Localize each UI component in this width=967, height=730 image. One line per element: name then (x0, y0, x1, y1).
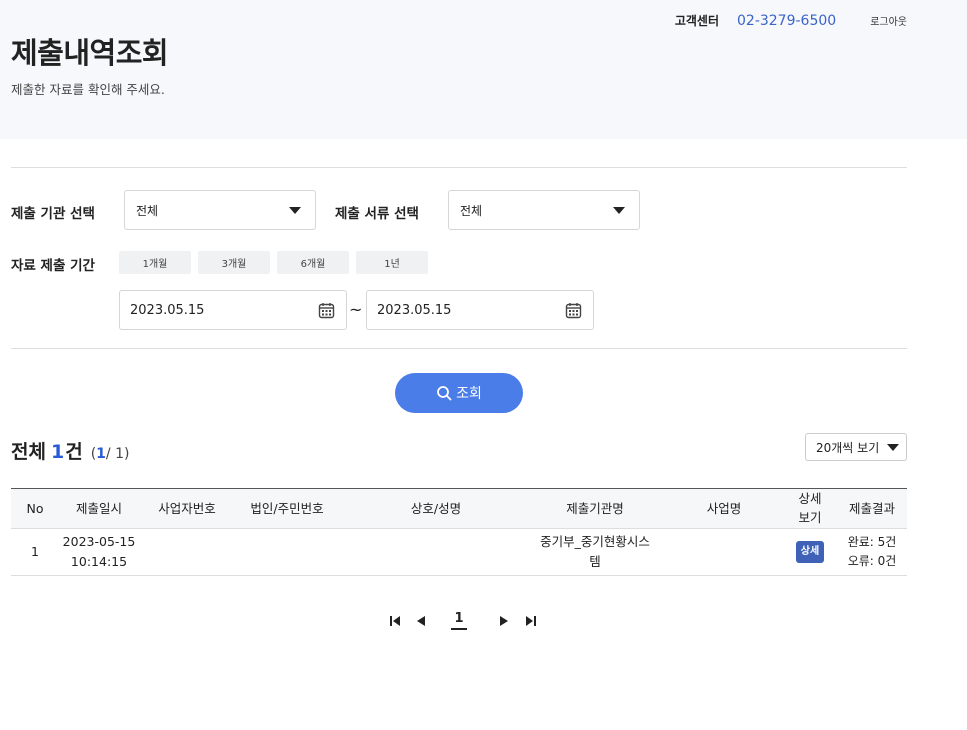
last-page-icon[interactable] (524, 614, 538, 628)
period-1year-button[interactable]: 1년 (356, 251, 428, 274)
period-6month-button[interactable]: 6개월 (277, 251, 349, 274)
period-3month-button[interactable]: 3개월 (198, 251, 270, 274)
header-biz-name: 사업명 (706, 500, 742, 516)
cell-detail: 상세 (788, 529, 832, 575)
divider-top (11, 167, 907, 168)
header-no: No (26, 500, 44, 516)
doc-select[interactable]: 전체 (448, 190, 640, 230)
cell-name (386, 529, 486, 575)
page-header: 고객센터 02-3279-6500 로그아웃 제출내역조회 제출한 자료를 확인… (0, 0, 967, 139)
calendar-icon[interactable] (565, 302, 582, 319)
chevron-down-icon (887, 444, 899, 451)
header-result: 제출결과 (848, 500, 895, 516)
page-subtitle: 제출한 자료를 확인해 주세요. (11, 82, 165, 97)
calendar-icon[interactable] (318, 302, 335, 319)
next-page-icon[interactable] (497, 614, 511, 628)
date-separator: ~ (349, 300, 363, 319)
period-1month-button[interactable]: 1개월 (119, 251, 191, 274)
cell-org: 중기부_중기현황시스 템 (540, 534, 650, 569)
first-page-icon[interactable] (388, 614, 402, 628)
search-icon (437, 386, 452, 401)
start-date-value: 2023.05.15 (130, 302, 205, 318)
logout-link[interactable]: 로그아웃 (870, 13, 907, 28)
start-date-input[interactable]: 2023.05.15 (119, 290, 347, 330)
end-date-input[interactable]: 2023.05.15 (366, 290, 594, 330)
total-count: 1 (50, 441, 65, 463)
pagination: 1 (0, 610, 967, 634)
end-date-value: 2023.05.15 (377, 302, 452, 318)
header-date: 제출일시 (75, 500, 122, 516)
top-links: 고객센터 02-3279-6500 로그아웃 (675, 12, 907, 29)
search-button[interactable]: 조회 (395, 373, 523, 413)
header-org: 제출기관명 (566, 500, 624, 516)
cell-corp-no (237, 529, 337, 575)
doc-select-label: 제출 서류 선택 (335, 206, 419, 222)
per-page-value: 20개씩 보기 (816, 440, 880, 455)
submission-table: No 제출일시 사업자번호 법인/주민번호 상호/성명 제출기관명 사업명 상세… (11, 488, 907, 576)
org-select-value: 전체 (136, 203, 159, 218)
cell-biz-name (684, 529, 764, 575)
page-indicator: (1/ 1) (91, 446, 130, 462)
customer-center-phone[interactable]: 02-3279-6500 (737, 13, 836, 29)
divider-bottom (11, 348, 907, 349)
org-select[interactable]: 전체 (124, 190, 316, 230)
per-page-select[interactable]: 20개씩 보기 (805, 433, 907, 461)
header-name: 상호/성명 (410, 500, 462, 516)
period-label: 자료 제출 기간 (11, 258, 95, 274)
total-unit: 건 (65, 441, 83, 463)
table-header: No 제출일시 사업자번호 법인/주민번호 상호/성명 제출기관명 사업명 상세… (11, 488, 907, 529)
prev-page-icon[interactable] (414, 614, 428, 628)
customer-center-label: 고객센터 (674, 14, 719, 28)
chevron-down-icon (613, 207, 625, 214)
org-select-label: 제출 기관 선택 (11, 206, 95, 222)
search-button-label: 조회 (456, 386, 482, 402)
doc-select-value: 전체 (460, 203, 483, 218)
cell-date: 2023-05-15 10:14:15 (62, 534, 136, 569)
table-row[interactable]: 1 2023-05-15 10:14:15 중기부_중기현황시스 템 상세 완료… (11, 529, 907, 576)
page-number-current[interactable]: 1 (451, 611, 467, 630)
cell-biz-no (147, 529, 227, 575)
header-biz-no: 사업자번호 (158, 500, 216, 516)
header-corp-no: 법인/주민번호 (250, 500, 324, 516)
cell-result: 완료: 5건 오류: 0건 (847, 534, 897, 568)
chevron-down-icon (289, 207, 301, 214)
result-summary: 전체 1 건 (1/ 1) (11, 437, 129, 464)
cell-no: 1 (31, 544, 39, 559)
total-label: 전체 (11, 441, 46, 463)
page-total: / 1) (105, 446, 130, 462)
detail-button[interactable]: 상세 (795, 541, 825, 563)
page-title: 제출내역조회 (11, 36, 169, 70)
page-current: 1 (96, 446, 106, 462)
header-detail: 상세 보기 (798, 491, 822, 525)
